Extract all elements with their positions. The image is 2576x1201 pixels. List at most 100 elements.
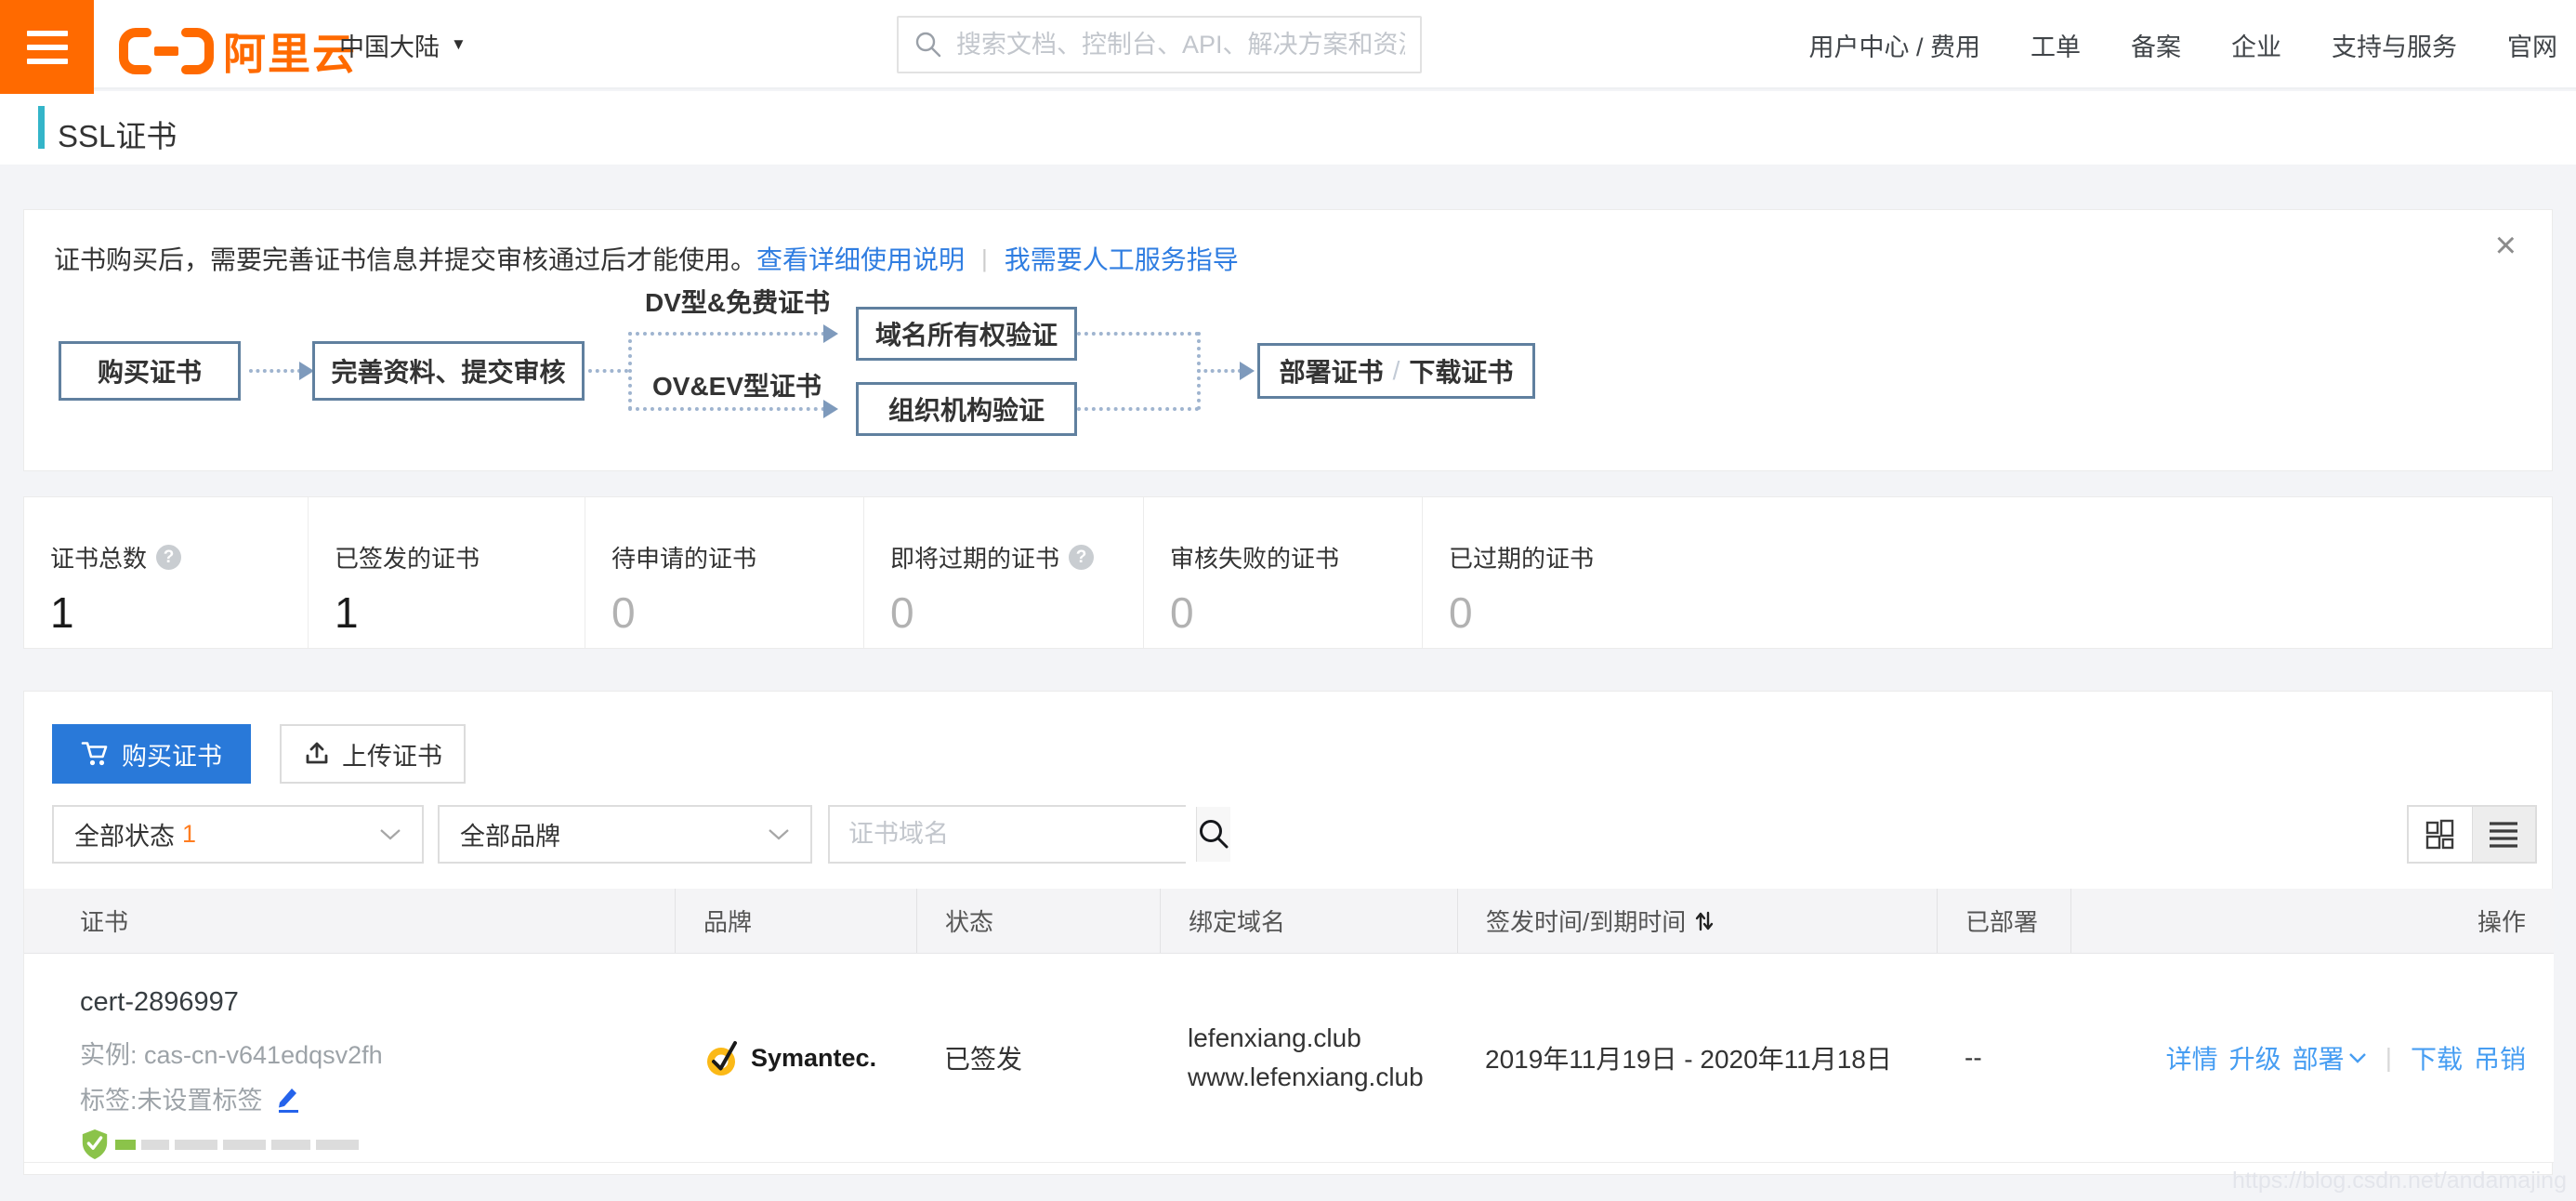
- search-icon: [1197, 818, 1230, 851]
- domains-cell: lefenxiang.club www.lefenxiang.club: [1160, 954, 1457, 1162]
- action-upgrade[interactable]: 升级: [2229, 1039, 2281, 1076]
- col-brand: 品牌: [675, 889, 916, 953]
- stat-total: 证书总数 ? 1: [24, 497, 308, 648]
- certificate-list-panel: 购买证书 上传证书 全部状态 1 全部品牌: [23, 691, 2553, 1175]
- progress-segment: [316, 1140, 359, 1150]
- actions-divider: |: [2385, 1043, 2392, 1073]
- top-nav: 用户中心 / 费用 工单 备案 企业 支持与服务 官网: [1808, 0, 2557, 89]
- status-filter-label: 全部状态: [74, 816, 175, 852]
- domain-search-button[interactable]: [1196, 807, 1230, 862]
- flow-deploy-divider: /: [1393, 356, 1400, 386]
- region-label: 中国大陆: [339, 27, 440, 63]
- col-certificate: 证书: [24, 889, 675, 953]
- close-icon[interactable]: ×: [2495, 227, 2517, 264]
- progress-segment: [141, 1140, 169, 1150]
- stats-row: 证书总数 ? 1 已签发的证书 1 待申请的证书 0 即将过期的证书 ? 0 审…: [24, 497, 2552, 648]
- buy-certificate-button[interactable]: 购买证书: [52, 724, 251, 784]
- action-revoke[interactable]: 吊销: [2474, 1039, 2526, 1076]
- nav-icp[interactable]: 备案: [2131, 27, 2181, 63]
- ssl-certificate-console: 阿里云 中国大陆 ▼ 用户中心 / 费用 工单 备案 企业 支持与服务 官网: [0, 0, 2576, 1201]
- nav-official-site[interactable]: 官网: [2507, 27, 2557, 63]
- col-validity: 签发时间/到期时间: [1457, 889, 1937, 953]
- certificate-stats: 证书总数 ? 1 已签发的证书 1 待申请的证书 0 即将过期的证书 ? 0 审…: [23, 496, 2553, 649]
- banner-link-docs[interactable]: 查看详细使用说明: [756, 240, 965, 277]
- chevron-down-icon: [768, 828, 790, 840]
- banner-message-row: 证书购买后，需要完善证书信息并提交审核通过后才能使用。 查看详细使用说明 | 我…: [54, 240, 1239, 277]
- domain-search-input[interactable]: [830, 807, 1196, 862]
- cart-icon: [81, 740, 111, 768]
- flow-branch-line: [628, 332, 632, 410]
- symantec-logo-icon: [703, 1036, 743, 1080]
- menu-icon: [27, 31, 68, 36]
- aliyun-logo[interactable]: 阿里云: [119, 20, 357, 82]
- action-download[interactable]: 下载: [2411, 1039, 2463, 1076]
- action-details[interactable]: 详情: [2166, 1039, 2218, 1076]
- flow-arrow-icon: [1240, 362, 1255, 380]
- stat-value: 0: [890, 587, 1143, 638]
- banner-link-help[interactable]: 我需要人工服务指导: [1005, 240, 1239, 277]
- edit-tag-button[interactable]: [276, 1085, 302, 1113]
- flow-step-domain-verify: 域名所有权验证: [856, 307, 1077, 361]
- stat-value: 1: [50, 587, 308, 638]
- status-filter-select[interactable]: 全部状态 1: [52, 805, 424, 864]
- brand-name: Symantec.: [751, 1044, 876, 1073]
- caret-down-icon: ▼: [451, 35, 467, 54]
- stat-value: 0: [1449, 587, 2552, 638]
- stat-label: 待申请的证书: [611, 540, 756, 574]
- action-deploy[interactable]: 部署: [2293, 1039, 2367, 1076]
- certificate-name: cert-2896997: [80, 987, 675, 1018]
- help-icon[interactable]: ?: [156, 545, 181, 570]
- actions-cell: 详情 升级 部署 | 下载 吊销: [2070, 954, 2554, 1162]
- title-bar: SSL证书: [0, 91, 2576, 165]
- flow-step-org-verify: 组织机构验证: [856, 382, 1077, 436]
- stat-value: 0: [1170, 587, 1422, 638]
- certificate-cell: cert-2896997 实例: cas-cn-v641edqsv2fh 标签:…: [24, 954, 675, 1162]
- flow-step-buy: 购买证书: [59, 341, 241, 401]
- col-deployed: 已部署: [1937, 889, 2070, 953]
- brand-filter-select[interactable]: 全部品牌: [438, 805, 812, 864]
- stat-expiring: 即将过期的证书 ? 0: [863, 497, 1143, 648]
- list-view-button[interactable]: [2472, 807, 2536, 862]
- col-domains: 绑定域名: [1160, 889, 1457, 953]
- watermark: https://blog.csdn.net/andamajing: [2232, 1168, 2567, 1194]
- banner-message: 证书购买后，需要完善证书信息并提交审核通过后才能使用。: [54, 240, 756, 277]
- region-selector[interactable]: 中国大陆 ▼: [339, 0, 467, 89]
- nav-enterprise[interactable]: 企业: [2231, 27, 2281, 63]
- flow-arrow-icon: [823, 324, 838, 343]
- flow-step-deploy-download: 部署证书 / 下载证书: [1257, 343, 1535, 399]
- nav-support[interactable]: 支持与服务: [2332, 27, 2457, 63]
- global-search: [897, 16, 1422, 73]
- flow-label-ov: OV&EV型证书: [652, 366, 821, 403]
- stat-label: 即将过期的证书: [890, 540, 1059, 574]
- sort-icon[interactable]: [1693, 909, 1715, 933]
- stat-value: 0: [611, 587, 863, 638]
- flow-label-dv: DV型&免费证书: [645, 283, 830, 320]
- menu-button[interactable]: [0, 0, 94, 94]
- chevron-down-icon: [379, 828, 401, 840]
- list-view-icon: [2487, 818, 2520, 851]
- nav-tickets[interactable]: 工单: [2031, 27, 2081, 63]
- progress-segment: [223, 1140, 266, 1150]
- title-accent-bar: [38, 106, 45, 149]
- nav-user-center[interactable]: 用户中心 / 费用: [1808, 27, 1980, 63]
- stat-value: 1: [335, 587, 585, 638]
- upload-certificate-button[interactable]: 上传证书: [280, 724, 466, 784]
- table-row: cert-2896997 实例: cas-cn-v641edqsv2fh 标签:…: [24, 954, 2554, 1163]
- validity-cell: 2019年11月19日 - 2020年11月18日: [1457, 954, 1937, 1162]
- status-cell: 已签发: [916, 954, 1160, 1162]
- stat-expired: 已过期的证书 0: [1422, 497, 2552, 648]
- brand-filter-label: 全部品牌: [460, 816, 560, 852]
- help-icon[interactable]: ?: [1069, 545, 1094, 570]
- table-header: 证书 品牌 状态 绑定域名 签发时间/到期时间 已部署 操作: [24, 889, 2554, 954]
- certificate-instance: 实例: cas-cn-v641edqsv2fh: [80, 1035, 675, 1071]
- global-search-input[interactable]: [956, 31, 1405, 59]
- upload-icon: [303, 740, 331, 768]
- logo-text: 阿里云: [223, 20, 357, 82]
- flow-connector: [249, 369, 301, 373]
- card-view-button[interactable]: [2409, 807, 2472, 862]
- flow-merge-bottom: [1077, 407, 1199, 411]
- deployed-cell: --: [1937, 954, 2070, 1162]
- pencil-icon: [276, 1085, 302, 1113]
- chevron-down-icon: [2348, 1052, 2367, 1063]
- flow-connector: [588, 369, 628, 373]
